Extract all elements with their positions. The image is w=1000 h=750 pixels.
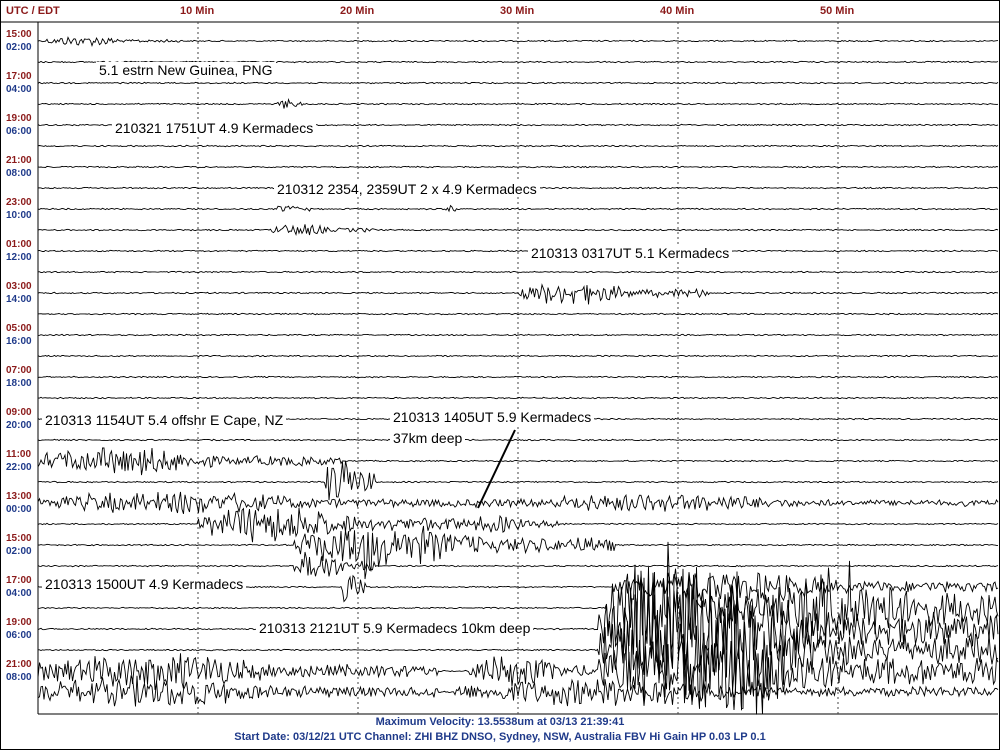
time-label-edt: 10:00 — [6, 210, 32, 221]
time-label-edt: 16:00 — [6, 336, 32, 347]
time-label-edt: 00:00 — [6, 504, 32, 515]
trace-row-14 — [37, 333, 999, 337]
trace-row-11 — [37, 270, 999, 274]
time-label-utc: 07:00 — [6, 365, 32, 376]
minute-mark-50: 50 Min — [820, 5, 855, 17]
trace-row-21 — [37, 460, 999, 501]
time-label-utc: 01:00 — [6, 239, 32, 250]
time-label-utc: 21:00 — [6, 659, 32, 670]
time-label-edt: 04:00 — [6, 588, 32, 599]
annotation-kermadecs-2121: 210313 2121UT 5.9 Kermadecs 10km deep — [256, 620, 534, 636]
time-label-utc: 09:00 — [6, 407, 32, 418]
time-label-edt: 08:00 — [6, 672, 32, 683]
time-label-utc: 03:00 — [6, 281, 32, 292]
trace-row-10 — [37, 249, 999, 253]
time-label-edt: 06:00 — [6, 126, 32, 137]
annotation-kermadecs-0317: 210313 0317UT 5.1 Kermadecs — [528, 245, 733, 261]
time-label-edt: 12:00 — [6, 252, 32, 263]
minute-mark-20: 20 Min — [340, 5, 375, 17]
time-label-utc: 21:00 — [6, 155, 32, 166]
trace-row-8 — [37, 204, 999, 213]
time-label-edt: 14:00 — [6, 294, 32, 305]
annotation-arrow — [477, 429, 516, 509]
annotation-new-guinea: 5.1 estrn New Guinea, PNG — [96, 62, 276, 78]
time-label-utc: 17:00 — [6, 71, 32, 82]
time-label-edt: 18:00 — [6, 378, 32, 389]
time-label-utc: 05:00 — [6, 323, 32, 334]
trace-row-5 — [37, 144, 999, 148]
trace-row-15 — [37, 354, 999, 358]
annotation-kermadecs-1500: 210313 1500UT 4.9 Kermadecs — [42, 576, 247, 592]
annotation-depth-37km: 37km deep — [390, 430, 466, 446]
annotation-kermadecs-1751: 210321 1751UT 4.9 Kermadecs — [112, 120, 317, 136]
minute-mark-30: 30 Min — [500, 5, 535, 17]
time-label-utc: 19:00 — [6, 617, 32, 628]
station-info-text: Start Date: 03/12/21 UTC Channel: ZHI BH… — [234, 731, 766, 743]
time-label-utc: 15:00 — [6, 533, 32, 544]
annotation-kermadecs-2354: 210312 2354, 2359UT 2 x 4.9 Kermadecs — [274, 181, 540, 197]
time-label-edt: 04:00 — [6, 84, 32, 95]
time-label-edt: 02:00 — [6, 42, 32, 53]
time-label-utc: 13:00 — [6, 491, 32, 502]
time-label-utc: 15:00 — [6, 29, 32, 40]
time-label-utc: 19:00 — [6, 113, 32, 124]
time-label-edt: 22:00 — [6, 462, 32, 473]
annotation-kermadecs-1405: 210313 1405UT 5.9 Kermadecs — [390, 409, 595, 425]
helicorder-plot — [0, 21, 1000, 715]
time-label-edt: 08:00 — [6, 168, 32, 179]
time-label-utc: 11:00 — [6, 449, 32, 460]
max-velocity-text: Maximum Velocity: 13.5538um at 03/13 21:… — [375, 716, 625, 728]
annotation-east-cape: 210313 1154UT 5.4 offshr E Cape, NZ — [42, 412, 287, 428]
axis-label: UTC / EDT — [6, 5, 60, 17]
trace-row-19 — [37, 438, 999, 442]
minute-mark-40: 40 Min — [660, 5, 695, 17]
minute-mark-10: 10 Min — [180, 5, 215, 17]
trace-row-6 — [37, 165, 999, 169]
time-label-edt: 20:00 — [6, 420, 32, 431]
time-label-edt: 02:00 — [6, 546, 32, 557]
time-label-utc: 17:00 — [6, 575, 32, 586]
time-label-edt: 06:00 — [6, 630, 32, 641]
time-label-utc: 23:00 — [6, 197, 32, 208]
